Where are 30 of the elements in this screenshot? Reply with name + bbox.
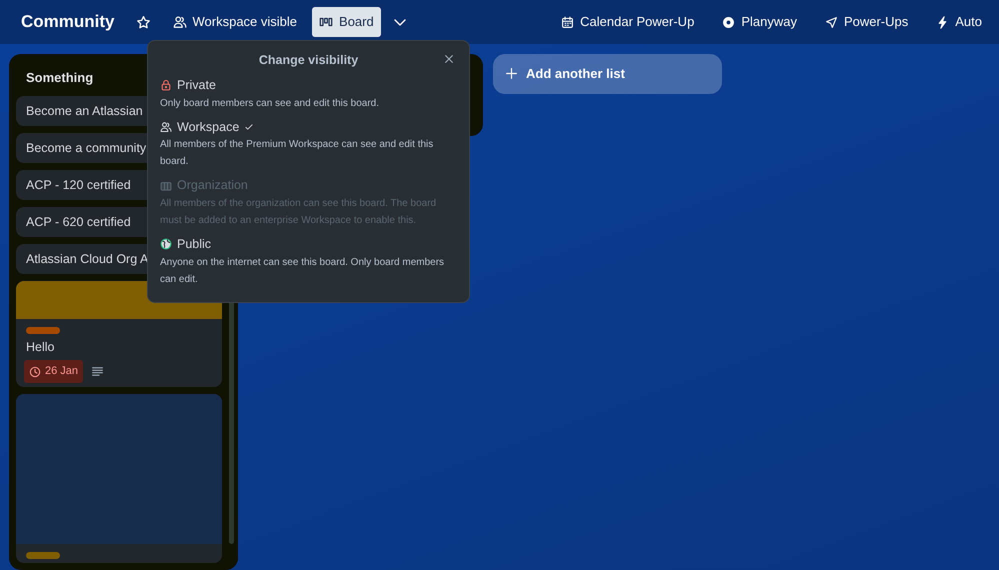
toolbar-button[interactable]: Power-Ups	[818, 7, 916, 37]
list-title: Something	[26, 69, 94, 87]
toolbar-button[interactable]: Planyway	[715, 7, 804, 37]
people-icon	[172, 15, 186, 29]
card-title: Hello	[25, 338, 56, 356]
globe-icon	[160, 238, 172, 250]
card-label[interactable]	[26, 326, 60, 334]
due-date-badge: 26 Jan	[24, 360, 84, 383]
lock-icon	[160, 79, 172, 92]
popover-title: Change visibility	[258, 52, 360, 69]
description-icon	[91, 365, 104, 378]
star-icon	[136, 14, 150, 30]
plus-icon	[505, 67, 518, 80]
card[interactable]: Hello 26 Jan	[16, 280, 222, 387]
toolbar-button[interactable]: Calendar Power-Up	[554, 7, 702, 37]
send-icon	[824, 16, 838, 28]
organization-icon	[160, 180, 172, 192]
add-list-button[interactable]: Add another list	[493, 54, 722, 94]
board-icon	[319, 15, 334, 29]
planyway-icon	[722, 16, 736, 28]
close-icon	[443, 53, 455, 65]
toolbar-button[interactable]: Auto	[929, 7, 989, 37]
people-icon	[160, 120, 172, 133]
board-view-tab[interactable]: Board	[312, 7, 381, 37]
board-title: Community	[21, 11, 114, 34]
bolt-icon	[936, 16, 950, 28]
calendar-icon	[561, 16, 574, 28]
clock-icon	[29, 366, 41, 378]
card-label[interactable]	[26, 552, 60, 559]
visibility-button[interactable]: Workspace visible	[166, 7, 304, 37]
